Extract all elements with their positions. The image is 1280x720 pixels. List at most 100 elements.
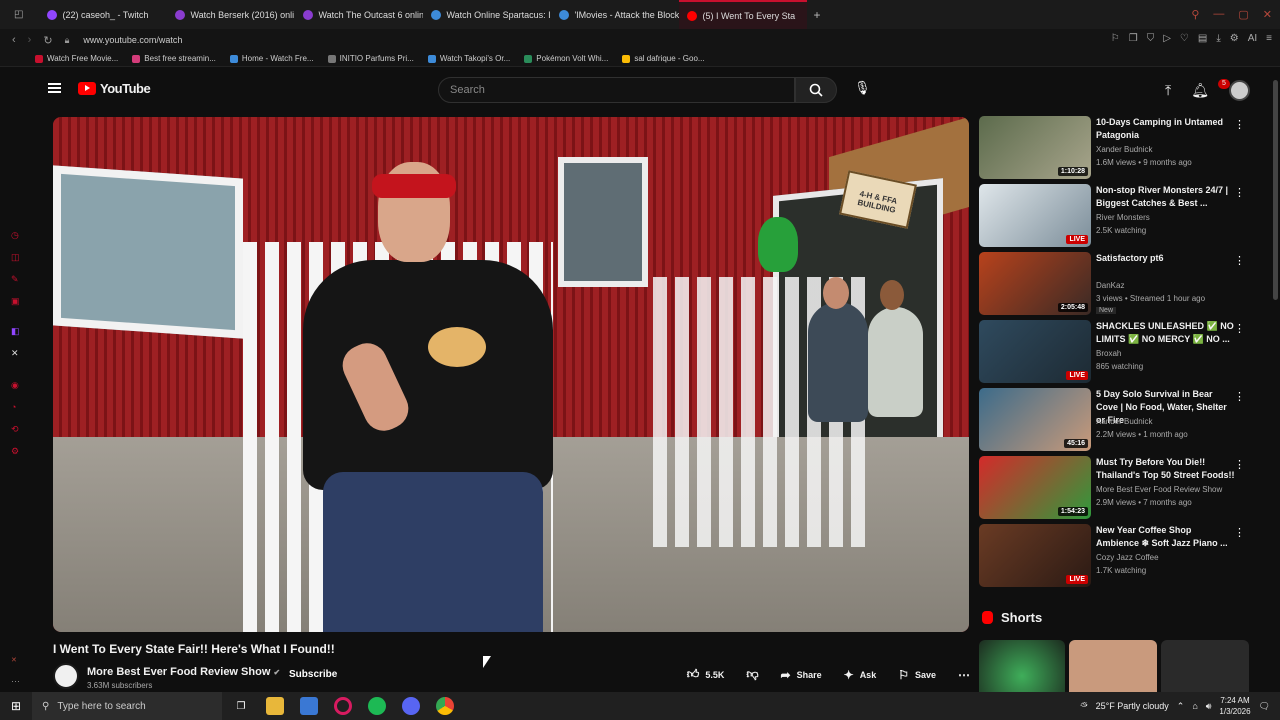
sidebar-settings-icon[interactable]: ⚙ (11, 446, 19, 457)
clock[interactable]: 7:24 AM 1/3/2026 (1219, 695, 1250, 717)
shield-icon[interactable]: ⛉ (1147, 33, 1155, 44)
recommended-video[interactable]: LIVE Non-stop River Monsters 24/7 | Bigge… (979, 184, 1249, 248)
url-field[interactable]: www.youtube.com/watch (83, 35, 182, 45)
recommended-video-title[interactable]: Must Try Before You Die!! Thailand's Top… (1096, 456, 1236, 482)
video-thumbnail[interactable]: 1:10:28 (979, 116, 1091, 179)
more-options-icon[interactable]: ⋮ (1234, 390, 1245, 403)
recommended-video-title[interactable]: SHACKLES UNLEASHED ✅ NO LIMITS ✅ NO MERC… (1096, 320, 1236, 346)
video-thumbnail[interactable]: 1:54:23 (979, 456, 1091, 519)
sidebar-close-icon[interactable]: ✕ (11, 656, 17, 664)
chrome-icon[interactable] (436, 697, 454, 715)
windows-start-icon[interactable]: ⊞ (0, 699, 32, 713)
video-thumbnail[interactable]: LIVE (979, 320, 1091, 383)
recommended-video-title[interactable]: Satisfactory pt6 (1096, 252, 1236, 265)
sidebar-more-icon[interactable]: ⋯ (11, 676, 20, 687)
upload-icon[interactable]: ⤒ (1165, 82, 1171, 99)
more-icon[interactable]: ≡ (1266, 33, 1272, 44)
ai-button[interactable]: AI (1248, 33, 1257, 44)
browser-tab[interactable]: Watch Online Spartacus: I (423, 0, 551, 29)
search-input[interactable]: Search (438, 77, 795, 103)
notifications-icon[interactable]: 🔔︎ (1191, 82, 1209, 99)
download-icon[interactable]: ⤓ (1216, 33, 1220, 44)
spotify-icon[interactable] (368, 697, 386, 715)
channel-name[interactable]: More Best Ever Food Review Show (87, 666, 270, 678)
video-thumbnail[interactable]: 45:16 (979, 388, 1091, 451)
sidebar-note-icon[interactable]: ✎ (11, 274, 19, 285)
bookmark-item[interactable]: Best free streamin... (132, 54, 216, 63)
sidebar-sync-icon[interactable]: ⟲ (11, 424, 19, 435)
task-view-icon[interactable]: ❐ (232, 697, 250, 715)
sidebar-twitch-icon[interactable]: ◧ (11, 326, 20, 337)
minimize-icon[interactable]: — (1213, 8, 1224, 21)
more-options-icon[interactable]: ⋮ (1234, 458, 1245, 471)
video-thumbnail[interactable]: 2:05:48 (979, 252, 1091, 315)
recommended-video-title[interactable]: 10-Days Camping in Untamed Patagonia (1096, 116, 1236, 142)
browser-menu-icon[interactable]: ◰ (14, 9, 23, 20)
maximize-icon[interactable]: ▢ (1238, 8, 1248, 21)
back-icon[interactable]: ‹ (12, 34, 16, 46)
forward-icon[interactable]: › (28, 34, 32, 46)
sidebar-clock-icon[interactable]: ◷ (11, 230, 19, 241)
menu-icon[interactable] (48, 83, 61, 93)
recommended-video[interactable]: 2:05:48 Satisfactory pt6 DanKaz 3 views • S… (979, 252, 1249, 316)
store-icon[interactable] (300, 697, 318, 715)
bookmark-item[interactable]: sal dafrique - Goo... (622, 54, 705, 63)
search-button[interactable] (795, 77, 837, 103)
more-options-icon[interactable]: ⋮ (1234, 526, 1245, 539)
browser-tab[interactable]: Watch The Outcast 6 onlin (295, 0, 423, 29)
microphone-icon[interactable]: 🎙︎ (854, 80, 871, 96)
sidebar-x-icon[interactable]: ✕ (11, 348, 19, 359)
page-scrollbar[interactable] (1273, 80, 1278, 300)
network-icon[interactable]: ⌂ (1192, 701, 1197, 711)
dislike-button[interactable]: 👎︎ (746, 667, 758, 682)
browser-tab[interactable]: 'IMovies - Attack the Block (551, 0, 679, 29)
short-thumbnail[interactable] (1069, 640, 1157, 692)
account-avatar[interactable] (1229, 80, 1250, 101)
short-thumbnail[interactable] (1161, 640, 1249, 692)
recommended-video[interactable]: 45:16 5 Day Solo Survival in Bear Cove | … (979, 388, 1249, 452)
weather-text[interactable]: 25°F Partly cloudy (1096, 701, 1169, 711)
browser-tab[interactable]: (22) caseoh_ - Twitch (39, 0, 167, 29)
notification-center-icon[interactable]: 🗨︎ (1259, 701, 1270, 712)
sidebar-bag-icon[interactable]: ◫ (11, 252, 20, 263)
like-button[interactable]: 👍︎ 5.5K (687, 667, 725, 682)
bookmark-item[interactable]: Watch Free Movie... (35, 54, 118, 63)
share-button[interactable]: ➦ Share (781, 668, 822, 682)
recommended-video-title[interactable]: Non-stop River Monsters 24/7 | Biggest C… (1096, 184, 1236, 210)
more-options-icon[interactable]: ⋮ (1234, 322, 1245, 335)
bookmark-icon[interactable]: ⚐ (1111, 33, 1120, 44)
bookmark-item[interactable]: Watch Takopi's Or... (427, 54, 510, 63)
browser-tab[interactable]: (5) I Went To Every Sta (679, 0, 808, 29)
reload-icon[interactable]: ↻ (43, 34, 52, 47)
video-thumbnail[interactable]: LIVE (979, 184, 1091, 247)
more-actions-button[interactable]: ⋯ (958, 668, 970, 682)
browser-tab[interactable]: Watch Berserk (2016) onli (167, 0, 295, 29)
sidebar-music-icon[interactable]: ◉ (11, 380, 19, 391)
subscribe-button[interactable]: Subscribe (275, 669, 351, 680)
video-player[interactable]: 4-H & FFA BUILDING (53, 117, 969, 632)
tray-chevron-icon[interactable]: ⌃ (1177, 701, 1185, 712)
bookmark-item[interactable]: Pokémon Volt Whi... (524, 54, 608, 63)
taskbar-search[interactable]: ⚲ Type here to search (32, 692, 222, 720)
sidebar-mail-icon[interactable]: ▣ (11, 296, 20, 307)
close-icon[interactable]: ✕ (1263, 8, 1272, 21)
tab-icon[interactable]: ❐ (1129, 33, 1138, 44)
recommended-video[interactable]: LIVE SHACKLES UNLEASHED ✅ NO LIMITS ✅ NO … (979, 320, 1249, 384)
more-options-icon[interactable]: ⋮ (1234, 254, 1245, 267)
save-button[interactable]: ⚐ Save (898, 668, 936, 682)
extension-icon[interactable]: ⚙ (1230, 33, 1239, 44)
play-icon[interactable]: ▷ (1163, 33, 1171, 44)
search-tabs-icon[interactable]: ⚲ (1191, 8, 1199, 21)
short-thumbnail[interactable] (979, 640, 1065, 692)
ask-button[interactable]: ✦ Ask (844, 668, 877, 682)
wallet-icon[interactable]: ▤ (1198, 33, 1207, 44)
channel-avatar[interactable] (53, 663, 79, 689)
heart-icon[interactable]: ♡ (1180, 33, 1189, 44)
discord-icon[interactable] (402, 697, 420, 715)
recommended-video[interactable]: 1:10:28 10-Days Camping in Untamed Patago… (979, 116, 1249, 180)
volume-icon[interactable]: 🔊︎ (1206, 701, 1212, 712)
file-explorer-icon[interactable] (266, 697, 284, 715)
more-options-icon[interactable]: ⋮ (1234, 118, 1245, 131)
recommended-video-title[interactable]: New Year Coffee Shop Ambience ❄ Soft Jaz… (1096, 524, 1236, 550)
recommended-video[interactable]: LIVE New Year Coffee Shop Ambience ❄ Soft… (979, 524, 1249, 588)
